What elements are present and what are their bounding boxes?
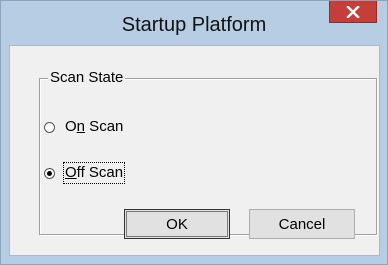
radio-off-scan-mnemonic: O [65,164,77,181]
close-icon [346,5,360,18]
close-button[interactable] [329,1,377,23]
dialog-window: Startup Platform Scan State On Scan Off … [0,0,388,265]
radio-off-scan-label[interactable]: Off Scan [62,162,126,184]
radio-off-scan[interactable]: Off Scan [44,162,126,184]
radio-off-scan-label-suffix: ff Scan [76,164,124,181]
radio-selected-dot [47,170,52,176]
radio-on-scan-label[interactable]: On Scan [64,117,124,137]
radio-on-scan-label-suffix: Scan [85,118,124,135]
ok-button[interactable]: OK [124,209,230,239]
radio-off-scan-circle[interactable] [44,167,55,179]
title-bar[interactable]: Startup Platform [1,1,387,45]
cancel-button[interactable]: Cancel [249,209,355,239]
radio-on-scan-circle[interactable] [44,121,55,133]
dialog-client-area: Scan State On Scan Off Scan OK Cancel [9,45,380,256]
group-label: Scan State [48,69,126,87]
radio-on-scan-label-prefix: O [65,118,77,135]
radio-on-scan-mnemonic: n [76,118,86,135]
radio-on-scan[interactable]: On Scan [44,116,124,138]
